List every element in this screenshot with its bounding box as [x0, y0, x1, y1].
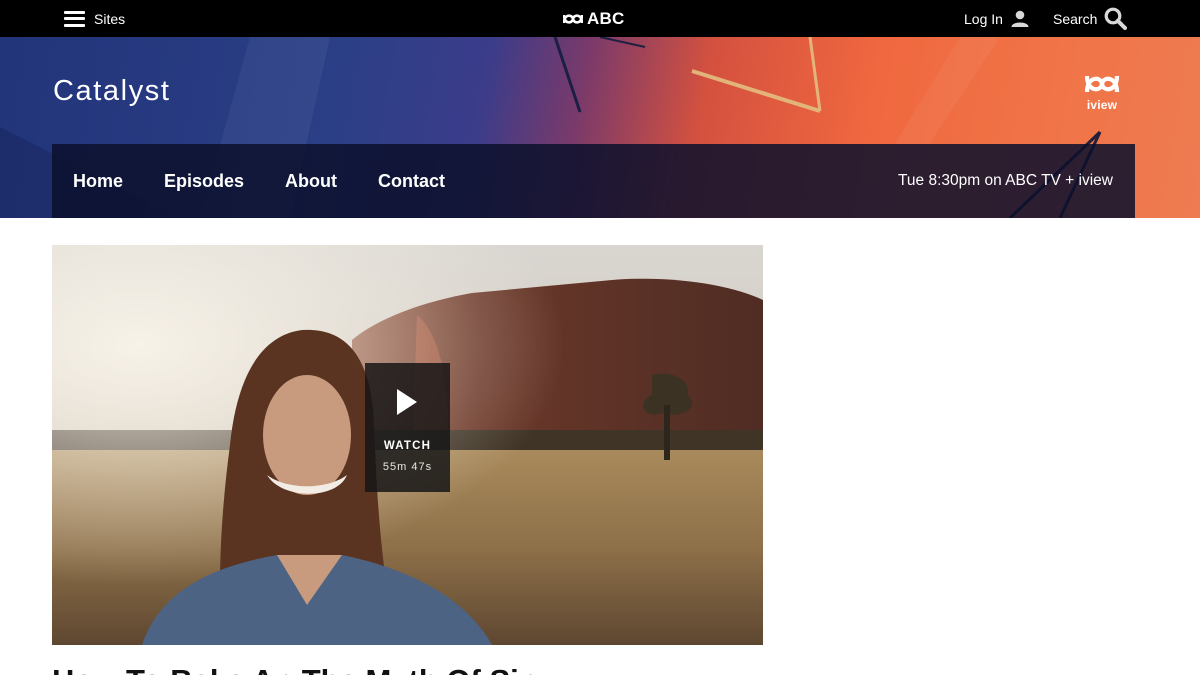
nav-home[interactable]: Home: [73, 171, 123, 192]
iview-link[interactable]: iview: [1082, 72, 1122, 111]
user-icon: [1011, 10, 1029, 27]
search-button[interactable]: Search: [1053, 0, 1128, 37]
login-button[interactable]: Log In: [964, 0, 1029, 37]
hamburger-icon: [64, 10, 85, 27]
abc-logo-icon: [563, 13, 583, 24]
abc-brand-label: ABC: [587, 8, 625, 28]
abc-home-link[interactable]: ABC: [563, 0, 624, 37]
program-nav: Home Episodes About Contact Tue 8:30pm o…: [52, 144, 1135, 218]
nav-episodes[interactable]: Episodes: [164, 171, 244, 192]
sites-menu-button[interactable]: Sites: [64, 0, 125, 37]
iview-label: iview: [1086, 98, 1118, 112]
global-header: Sites ABC Log In Search: [0, 0, 1200, 37]
nav-about[interactable]: About: [285, 171, 337, 192]
watch-label: WATCH: [383, 440, 432, 452]
login-label: Log In: [964, 10, 1003, 27]
broadcast-time: Tue 8:30pm on ABC TV + iview: [898, 172, 1113, 189]
iview-logo-icon: [1084, 75, 1120, 93]
search-label: Search: [1053, 10, 1098, 27]
video-player[interactable]: WATCH 55m 47s: [52, 245, 763, 645]
video-duration: 55m 47s: [382, 461, 433, 473]
program-banner: Catalyst iview Home Episodes About Conta…: [0, 37, 1200, 218]
play-icon: [397, 389, 417, 415]
show-title: Catalyst: [53, 75, 171, 107]
watch-button[interactable]: WATCH 55m 47s: [365, 363, 450, 492]
sites-label: Sites: [94, 10, 126, 27]
nav-contact[interactable]: Contact: [378, 171, 445, 192]
search-icon: [1104, 7, 1128, 30]
episode-title: How To Bake An The Myth Of Sin: [52, 663, 538, 675]
